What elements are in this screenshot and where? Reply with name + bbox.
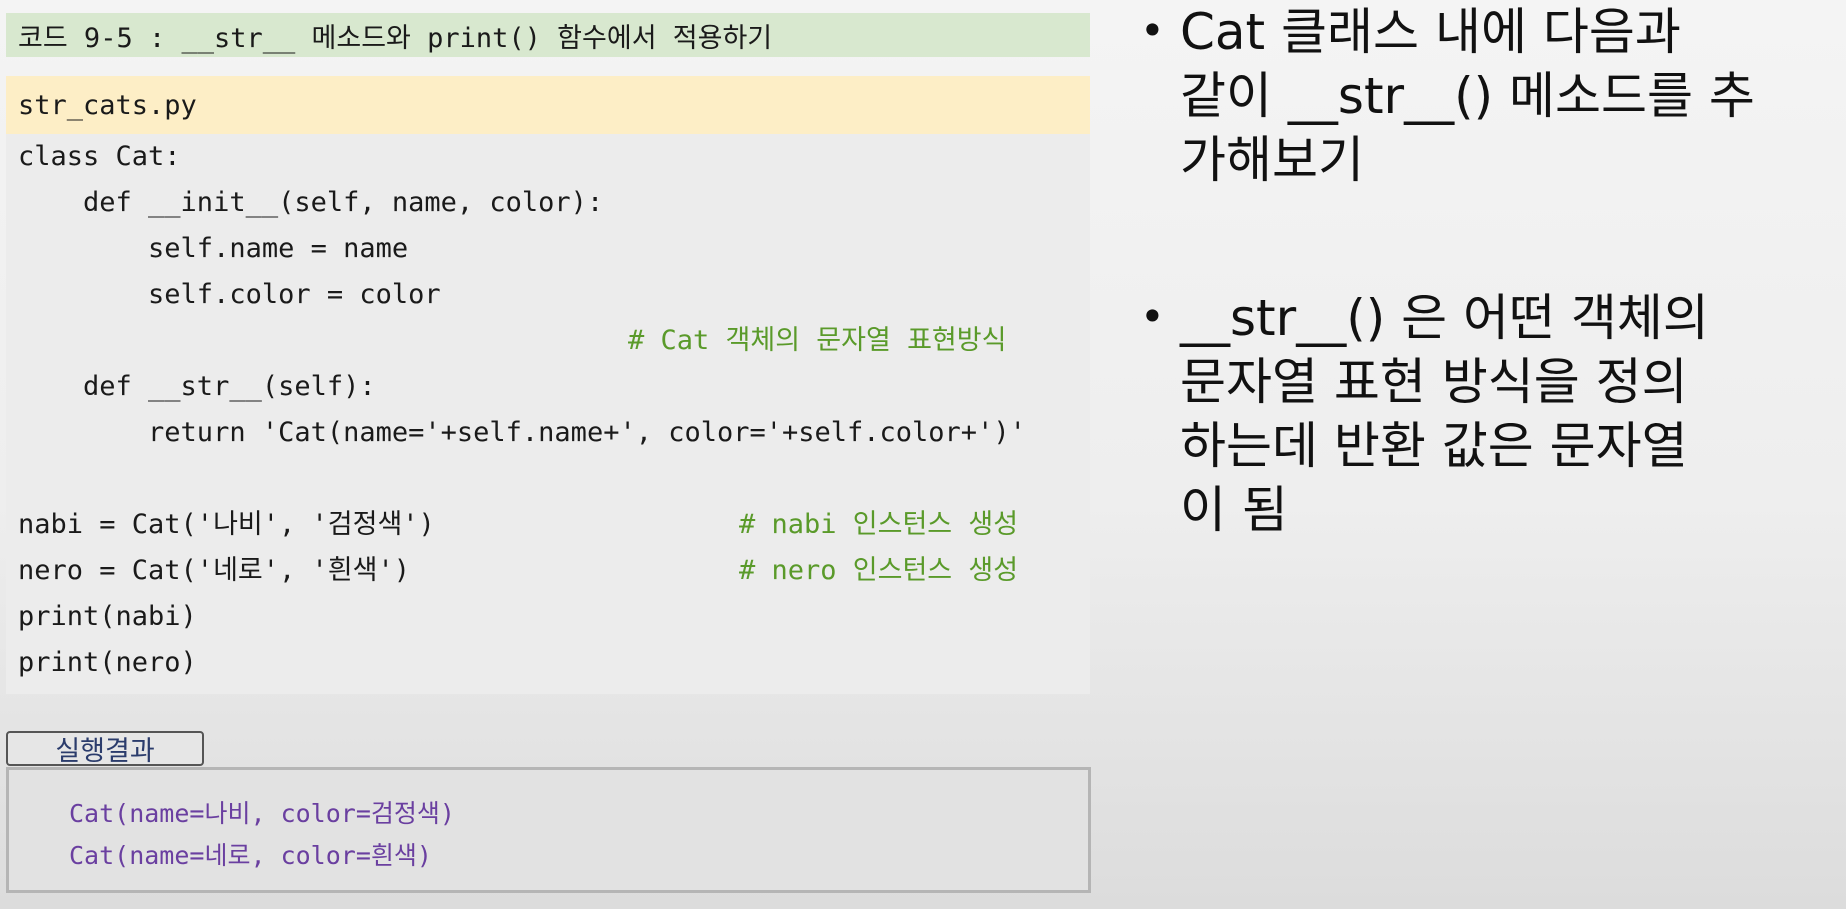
code-comment: # nabi 인스턴스 생성 [739, 509, 1019, 540]
bullet-line: Cat 클래스 내에 다음과 [1180, 3, 1681, 61]
code-line: self.color = color [18, 279, 441, 310]
code-line: class Cat: [18, 141, 181, 172]
bullet-icon: • [1140, 292, 1165, 341]
bullet-line: 이 됨 [1180, 481, 1288, 539]
code-line: return 'Cat(name='+self.name+', color='+… [18, 417, 1026, 448]
bullet-line: 같이 __str__() 메소드를 추 [1180, 67, 1755, 125]
code-line: def __init__(self, name, color): [18, 187, 604, 218]
result-box: Cat(name=나비, color=검정색) Cat(name=네로, col… [6, 767, 1091, 893]
code-line: print(nero) [18, 647, 197, 678]
bullet-line: 가해보기 [1180, 131, 1364, 189]
code-title: 코드 9-5 : __str__ 메소드와 print() 함수에서 적용하기 [6, 13, 1090, 57]
code-comment: # nero 인스턴스 생성 [739, 555, 1019, 586]
bullet-line: 문자열 표현 방식을 정의 [1180, 353, 1688, 411]
filename-bar: str_cats.py [6, 76, 1090, 134]
code-line: nero = Cat('네로', '흰색') [18, 555, 410, 586]
bullet-line: 하는데 반환 값은 문자열 [1180, 417, 1688, 475]
result-line: Cat(name=나비, color=검정색) [69, 799, 455, 828]
code-line: def __str__(self): [18, 371, 376, 402]
bullet-icon: • [1140, 6, 1165, 55]
bullet-line: __str__() 은 어떤 객체의 [1180, 289, 1709, 347]
code-block: class Cat: def __init__(self, name, colo… [6, 134, 1090, 694]
code-line: nabi = Cat('나비', '검정색') [18, 509, 435, 540]
code-comment: # Cat 객체의 문자열 표현방식 [628, 325, 1007, 356]
code-line: print(nabi) [18, 601, 197, 632]
slide: 코드 9-5 : __str__ 메소드와 print() 함수에서 적용하기 … [0, 0, 1846, 909]
code-line: self.name = name [18, 233, 409, 264]
result-tab: 실행결과 [6, 731, 204, 767]
result-line: Cat(name=네로, color=흰색) [69, 841, 432, 870]
